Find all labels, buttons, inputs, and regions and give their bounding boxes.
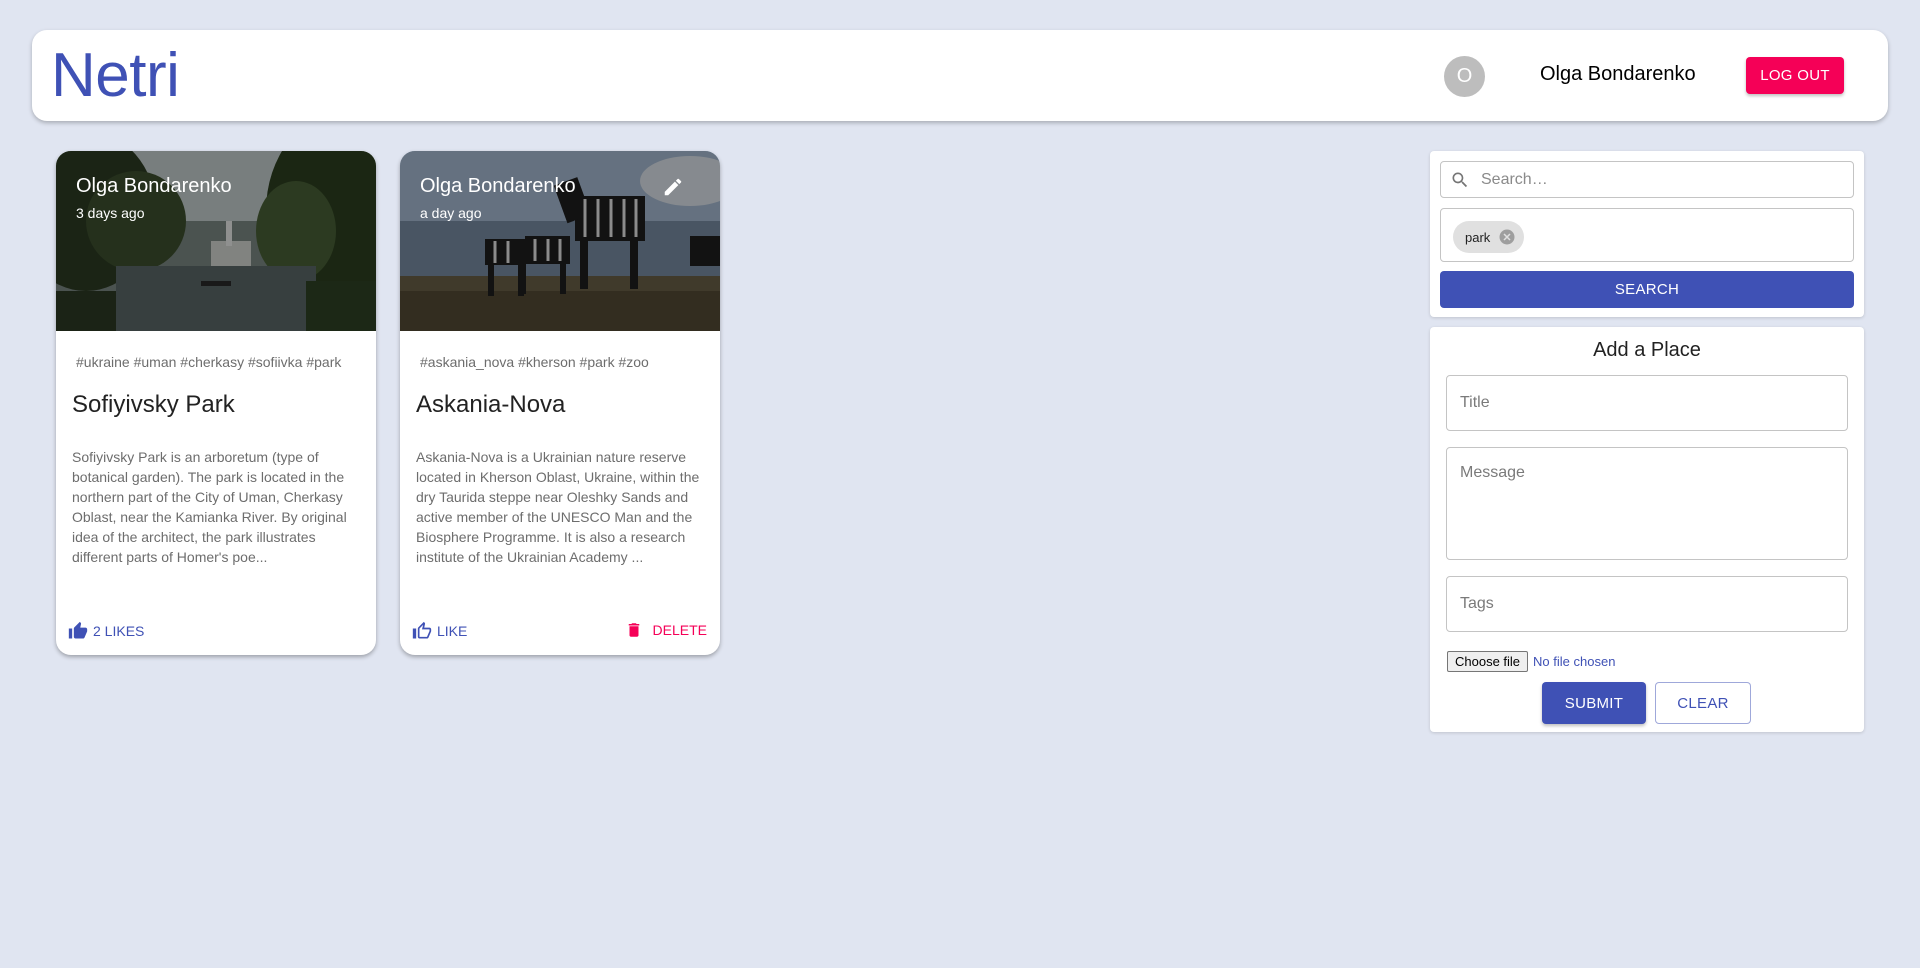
post-image: Olga Bondarenko 3 days ago bbox=[56, 151, 376, 331]
user-name: Olga Bondarenko bbox=[1540, 63, 1696, 85]
post-author: Olga Bondarenko bbox=[76, 175, 232, 197]
message-field bbox=[1446, 447, 1848, 560]
post-title: Askania-Nova bbox=[416, 391, 566, 418]
file-status: No file chosen bbox=[1533, 654, 1616, 669]
like-count: 2 LIKES bbox=[93, 623, 145, 639]
thumb-up-icon bbox=[68, 621, 88, 639]
like-button[interactable]: 2 LIKES bbox=[68, 621, 144, 641]
post-title: Sofiyivsky Park bbox=[72, 391, 235, 418]
like-label: LIKE bbox=[437, 623, 468, 639]
post-image: Olga Bondarenko a day ago bbox=[400, 151, 720, 331]
chip-label: park bbox=[1465, 229, 1491, 245]
like-button[interactable]: LIKE bbox=[412, 621, 467, 641]
post-tags: #askania_nova #kherson #park #zoo bbox=[420, 354, 649, 370]
edit-pencil-icon[interactable] bbox=[662, 176, 684, 198]
add-place-form: Add a Place Choose file No file chosen S… bbox=[1430, 327, 1864, 732]
post-message: Askania-Nova is a Ukrainian nature reser… bbox=[416, 449, 700, 565]
tag-chip-input[interactable]: park bbox=[1440, 208, 1854, 262]
thumb-up-outline-icon bbox=[412, 621, 432, 639]
avatar: O bbox=[1444, 56, 1485, 97]
search-button[interactable]: SEARCH bbox=[1440, 271, 1854, 308]
post-message: Sofiyivsky Park is an arboretum (type of… bbox=[72, 449, 347, 565]
tags-field bbox=[1446, 576, 1848, 632]
search-field bbox=[1440, 161, 1854, 198]
chip-delete-icon[interactable] bbox=[1498, 228, 1516, 246]
form-heading: Add a Place bbox=[1593, 339, 1701, 361]
post-card: Olga Bondarenko 3 days ago #ukraine #uma… bbox=[56, 151, 376, 655]
delete-button[interactable]: DELETE bbox=[625, 621, 707, 639]
title-field bbox=[1446, 375, 1848, 431]
choose-file-button[interactable]: Choose file bbox=[1447, 651, 1529, 672]
post-time: 3 days ago bbox=[76, 205, 145, 221]
post-time: a day ago bbox=[420, 205, 482, 221]
title-input[interactable] bbox=[1447, 376, 1847, 430]
post-tags: #ukraine #uman #cherkasy #sofiivka #park bbox=[76, 354, 342, 370]
trash-icon bbox=[628, 623, 639, 637]
logout-button[interactable]: LOG OUT bbox=[1746, 57, 1844, 94]
tags-input[interactable] bbox=[1447, 577, 1847, 631]
brand-logo[interactable]: Netri bbox=[51, 40, 180, 111]
clear-button[interactable]: CLEAR bbox=[1655, 682, 1751, 724]
tag-chip[interactable]: park bbox=[1453, 221, 1525, 253]
message-input[interactable] bbox=[1447, 448, 1847, 559]
delete-label: DELETE bbox=[652, 622, 707, 638]
submit-button[interactable]: SUBMIT bbox=[1542, 682, 1646, 724]
search-input[interactable] bbox=[1481, 163, 1841, 196]
post-card: Olga Bondarenko a day ago #askania_nova … bbox=[400, 151, 720, 655]
search-icon bbox=[1452, 172, 1468, 188]
app-bar: Netri O Olga Bondarenko LOG OUT bbox=[32, 30, 1888, 121]
search-panel: park SEARCH bbox=[1430, 151, 1864, 317]
post-author: Olga Bondarenko bbox=[420, 175, 576, 197]
file-picker: Choose file No file chosen bbox=[1447, 651, 1615, 672]
